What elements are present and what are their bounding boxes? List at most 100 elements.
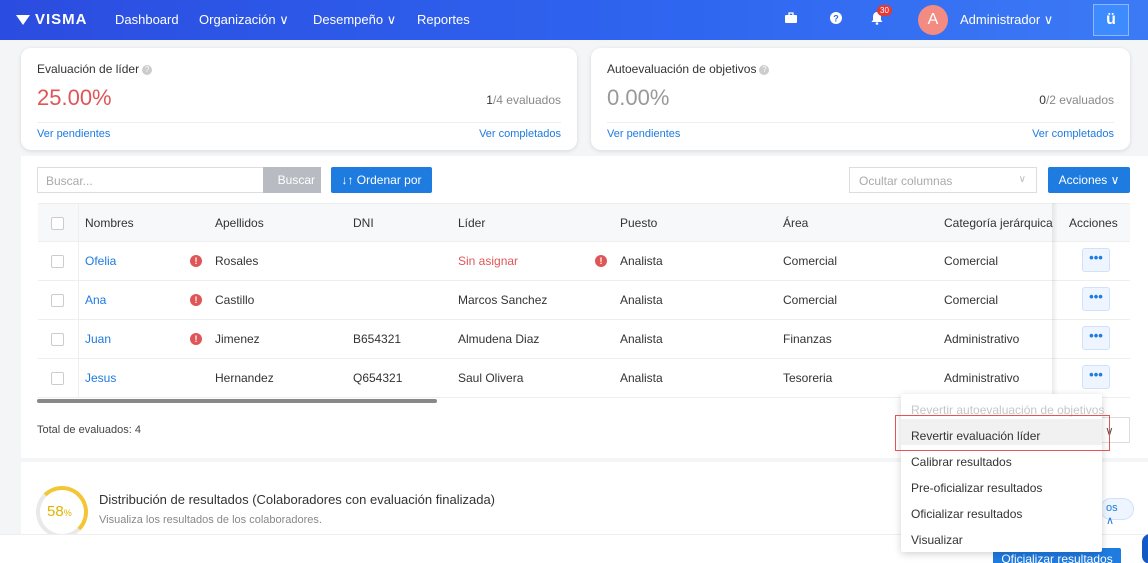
nav-dashboard[interactable]: Dashboard bbox=[115, 12, 179, 27]
card-percent: 25.00% bbox=[37, 85, 112, 110]
svg-text:?: ? bbox=[833, 14, 839, 24]
logo-text: VISMA bbox=[35, 11, 88, 28]
search-input[interactable]: Buscar... bbox=[37, 167, 263, 193]
divider bbox=[78, 281, 79, 320]
help-icon[interactable]: ? bbox=[827, 11, 845, 29]
chat-bubble-icon[interactable] bbox=[1142, 534, 1148, 563]
cell-puesto: Analista bbox=[620, 332, 663, 346]
divider bbox=[37, 122, 561, 123]
header-puesto[interactable]: Puesto bbox=[620, 216, 657, 230]
select-all-checkbox[interactable] bbox=[51, 217, 64, 230]
briefcase-icon[interactable] bbox=[782, 11, 800, 29]
dist-title-main: Distribución de resultados bbox=[99, 492, 249, 507]
header-acciones: Acciones bbox=[1069, 216, 1118, 230]
cell-apellido: Jimenez bbox=[215, 332, 260, 346]
card-title-text: Evaluación de líder bbox=[37, 62, 140, 76]
table-row[interactable]: Jesus Hernandez Q654321 Saul Olivera Analist… bbox=[38, 359, 1130, 398]
divider bbox=[607, 122, 1114, 123]
warning-icon: ! bbox=[190, 294, 202, 306]
logo-mark-icon bbox=[16, 14, 30, 25]
cell-categoria: Comercial bbox=[944, 254, 999, 268]
row-actions-button[interactable]: ••• bbox=[1082, 248, 1110, 272]
highlight-outline bbox=[895, 415, 1110, 451]
row-actions-button[interactable]: ••• bbox=[1082, 326, 1110, 350]
row-checkbox[interactable] bbox=[51, 372, 64, 385]
cell-lider: Saul Olivera bbox=[458, 371, 524, 385]
progress-ring-label: 58% bbox=[47, 503, 72, 520]
divider bbox=[78, 204, 79, 243]
ocultar-columnas-select[interactable]: Ocultar columnas ∨ bbox=[849, 167, 1037, 193]
header-nombres[interactable]: Nombres bbox=[85, 216, 134, 230]
card-evaluacion-lider: Evaluación de líder? 25.00% 1/4 evaluado… bbox=[21, 48, 577, 150]
row-checkbox[interactable] bbox=[51, 294, 64, 307]
card-count: 0/2 evaluados bbox=[1039, 93, 1114, 107]
cell-apellido: Castillo bbox=[215, 293, 255, 307]
distribucion-subtitle: Visualiza los resultados de los colabora… bbox=[99, 514, 322, 526]
count-done: 1 bbox=[486, 93, 493, 107]
app-switcher-button[interactable]: ü bbox=[1093, 4, 1129, 36]
header-lider[interactable]: Líder bbox=[458, 216, 485, 230]
cell-nombre[interactable]: Ana bbox=[85, 293, 106, 307]
cell-apellido: Rosales bbox=[215, 254, 259, 268]
header-dni[interactable]: DNI bbox=[353, 216, 374, 230]
divider bbox=[78, 359, 79, 398]
cell-nombre[interactable]: Juan bbox=[85, 332, 111, 346]
cell-area: Comercial bbox=[783, 293, 838, 307]
count-rest: /2 evaluados bbox=[1045, 93, 1114, 107]
ring-percent: 58 bbox=[47, 503, 64, 520]
row-checkbox[interactable] bbox=[51, 333, 64, 346]
header-area[interactable]: Área bbox=[783, 216, 808, 230]
horizontal-scrollbar[interactable] bbox=[37, 399, 437, 403]
cell-lider: Sin asignar bbox=[458, 254, 519, 268]
ver-pendientes-link[interactable]: Ver pendientes bbox=[37, 128, 110, 140]
cell-lider: Almudena Diaz bbox=[458, 332, 540, 346]
menu-pre-oficializar[interactable]: Pre-oficializar resultados bbox=[911, 481, 1042, 495]
menu-visualizar[interactable]: Visualizar bbox=[911, 533, 963, 547]
table-row[interactable]: Juan Jimenez B654321 Almudena Diaz Analista F… bbox=[38, 320, 1130, 359]
warning-icon: ! bbox=[190, 255, 202, 267]
cell-categoria: Comercial bbox=[944, 293, 999, 307]
table-row[interactable]: Ana Castillo Marcos Sanchez Analista Comerci… bbox=[38, 281, 1130, 320]
chevron-down-icon: ∨ bbox=[1018, 174, 1026, 185]
nav-organizacion[interactable]: Organización ∨ bbox=[199, 12, 289, 28]
row-checkbox[interactable] bbox=[51, 255, 64, 268]
menu-calibrar-resultados[interactable]: Calibrar resultados bbox=[911, 455, 1012, 469]
cell-apellido: Hernandez bbox=[215, 371, 274, 385]
cell-puesto: Analista bbox=[620, 254, 663, 268]
divider bbox=[78, 242, 79, 281]
ver-pendientes-link[interactable]: Ver pendientes bbox=[607, 128, 680, 140]
card-title: Autoevaluación de objetivos? bbox=[607, 62, 770, 76]
ordenar-por-button[interactable]: ↓↑ Ordenar por bbox=[331, 167, 432, 193]
nav-desempeno[interactable]: Desempeño ∨ bbox=[313, 12, 396, 28]
header-apellidos[interactable]: Apellidos bbox=[215, 216, 264, 230]
visma-logo[interactable]: VISMA bbox=[16, 11, 88, 28]
warning-icon: ! bbox=[190, 333, 202, 345]
ver-completados-link[interactable]: Ver completados bbox=[1032, 128, 1114, 140]
user-menu[interactable]: Administrador ∨ bbox=[960, 12, 1053, 28]
card-autoevaluacion-objetivos: Autoevaluación de objetivos? 0.00% 0/2 e… bbox=[591, 48, 1130, 150]
info-icon[interactable]: ? bbox=[142, 64, 153, 75]
card-percent: 0.00% bbox=[607, 85, 670, 110]
nav-reportes[interactable]: Reportes bbox=[417, 12, 470, 27]
toggle-collapse-button[interactable]: os ∧ bbox=[1100, 498, 1134, 527]
cell-categoria: Administrativo bbox=[944, 332, 1020, 346]
table-row[interactable]: Ofelia Rosales Sin asignar Analista Comercia… bbox=[38, 242, 1130, 281]
count-rest: /4 evaluados bbox=[492, 93, 561, 107]
count-done: 0 bbox=[1039, 93, 1046, 107]
row-actions-button[interactable]: ••• bbox=[1082, 365, 1110, 389]
info-icon[interactable]: ? bbox=[759, 64, 770, 75]
distribucion-title: Distribución de resultados (Colaboradore… bbox=[99, 492, 495, 507]
cell-puesto: Analista bbox=[620, 371, 663, 385]
cell-area: Finanzas bbox=[783, 332, 832, 346]
menu-oficializar[interactable]: Oficializar resultados bbox=[911, 507, 1022, 521]
cell-nombre[interactable]: Jesus bbox=[85, 371, 116, 385]
header-categoria[interactable]: Categoría jerárquica bbox=[944, 216, 1053, 230]
row-actions-button[interactable]: ••• bbox=[1082, 287, 1110, 311]
avatar[interactable]: A bbox=[918, 5, 948, 35]
cell-nombre[interactable]: Ofelia bbox=[85, 254, 116, 268]
acciones-button[interactable]: Acciones ∨ bbox=[1048, 167, 1130, 193]
cell-dni: B654321 bbox=[353, 332, 402, 346]
divider bbox=[78, 320, 79, 359]
buscar-button[interactable]: Buscar bbox=[263, 167, 321, 193]
ver-completados-link[interactable]: Ver completados bbox=[479, 128, 561, 140]
